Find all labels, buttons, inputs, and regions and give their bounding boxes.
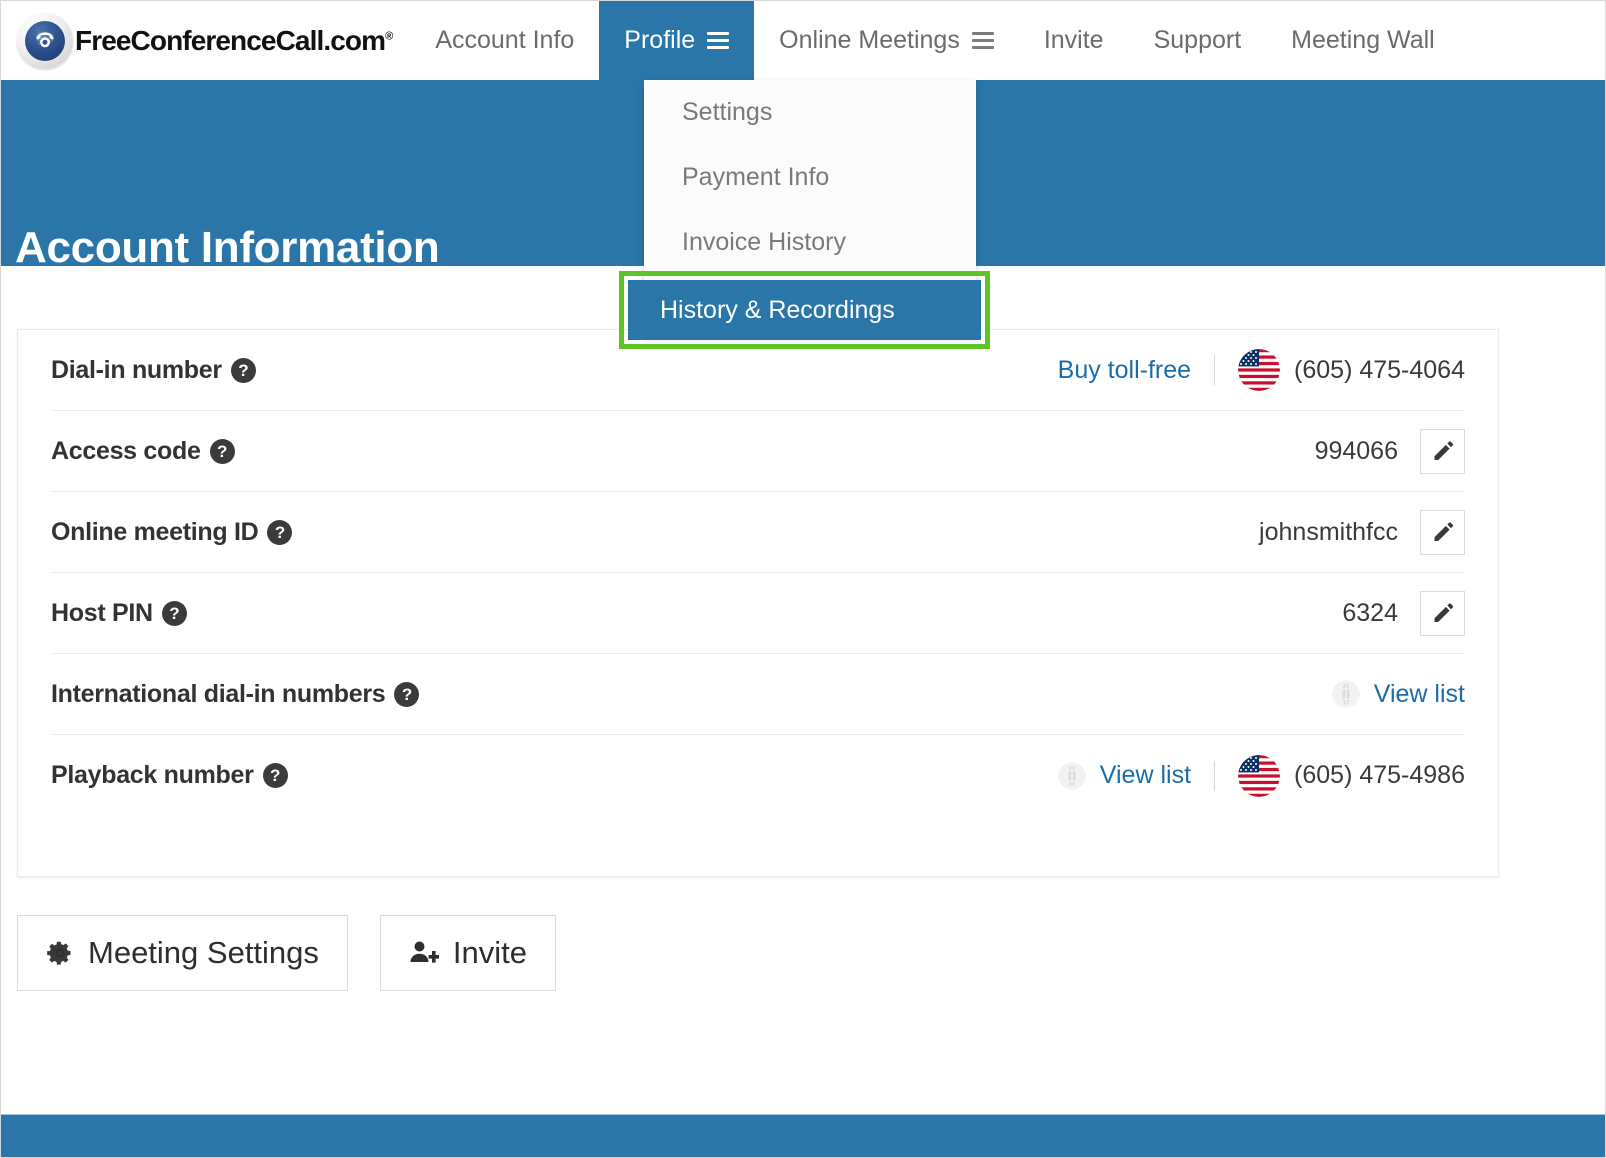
table-row: Access code ? 994066: [51, 411, 1465, 492]
nav-item-support[interactable]: Support: [1129, 1, 1267, 80]
question-mark-icon[interactable]: ?: [394, 681, 420, 707]
nav-item-label: Invite: [1043, 26, 1104, 54]
account-information-card: Dial-in number ? Buy toll-free (605) 475…: [17, 329, 1499, 877]
question-mark-icon[interactable]: ?: [161, 600, 187, 626]
nav-item-label: Online Meetings: [779, 26, 960, 54]
nav-item-profile[interactable]: Profile: [599, 1, 755, 80]
dropdown-item-label: Invoice History: [682, 228, 846, 256]
nav-item-label: Profile: [624, 26, 696, 54]
hamburger-menu-icon: [707, 28, 730, 53]
action-buttons: Meeting Settings Invite: [17, 915, 557, 991]
question-mark-icon[interactable]: ?: [209, 438, 235, 464]
edit-host-pin-button[interactable]: [1420, 590, 1465, 636]
nav-item-invite[interactable]: Invite: [1019, 1, 1129, 80]
nav-item-online-meetings[interactable]: Online Meetings: [754, 1, 1019, 80]
row-label-host-pin: Host PIN ?: [51, 599, 187, 628]
footer-bar: [1, 1114, 1605, 1157]
row-label-international-dial-in-numbers: International dial-in numbers ?: [51, 679, 420, 709]
row-value-online-meeting-id: johnsmithfcc: [1259, 509, 1465, 555]
brand-logo[interactable]: FreeConferenceCall.com®: [1, 1, 410, 80]
row-value-access-code: 994066: [1314, 428, 1465, 474]
access-code-value: 994066: [1314, 436, 1398, 465]
add-user-icon: [410, 941, 439, 963]
nav-item-meeting-wall[interactable]: Meeting Wall: [1266, 1, 1460, 80]
page-root: FreeConferenceCall.com® Account Info Pro…: [0, 0, 1606, 1158]
row-value-dial-in-number: Buy toll-free (605) 475-4064: [1058, 349, 1465, 391]
page-title: Account Information: [15, 223, 440, 272]
dropdown-item-label: Payment Info: [682, 163, 830, 191]
row-label-text: International dial-in numbers: [51, 679, 386, 708]
table-row: Dial-in number ? Buy toll-free (605) 475…: [51, 330, 1465, 411]
row-label-online-meeting-id: Online meeting ID ?: [51, 517, 293, 547]
globe-icon: [1057, 761, 1087, 791]
brand-name: FreeConferenceCall.com®: [75, 24, 393, 56]
pencil-icon: [1434, 603, 1453, 622]
online-meeting-id-value: johnsmithfcc: [1259, 517, 1398, 546]
row-value-international-dial-in-numbers: View list: [1331, 679, 1465, 709]
nav-item-label: Meeting Wall: [1291, 26, 1435, 54]
invite-button[interactable]: Invite: [379, 915, 557, 991]
us-flag-icon: [1238, 754, 1281, 797]
pencil-icon: [1434, 522, 1453, 541]
dropdown-item-payment-info[interactable]: Payment Info: [644, 145, 976, 210]
international-view-list-link[interactable]: View list: [1374, 680, 1465, 709]
nav-item-label: Account Info: [435, 26, 575, 54]
us-flag-icon: [1238, 349, 1281, 391]
row-label-dial-in-number: Dial-in number ?: [51, 356, 256, 385]
dropdown-item-label: Settings: [682, 98, 773, 126]
nav-item-account-info[interactable]: Account Info: [410, 1, 599, 80]
table-row: Host PIN ? 6324: [51, 573, 1465, 654]
nav-item-label: Support: [1153, 26, 1242, 54]
table-row: Playback number ? View list (605) 475-49…: [51, 735, 1465, 816]
row-label-text: Playback number: [51, 761, 254, 789]
pencil-icon: [1434, 441, 1453, 460]
telephone-icon: [17, 12, 73, 69]
row-label-playback-number: Playback number ?: [51, 761, 288, 790]
buy-toll-free-link[interactable]: Buy toll-free: [1058, 356, 1191, 385]
invite-label: Invite: [452, 935, 528, 970]
question-mark-icon[interactable]: ?: [230, 357, 256, 383]
dial-in-number-value: (605) 475-4064: [1294, 355, 1465, 384]
row-label-text: Access code: [51, 436, 201, 465]
row-label-access-code: Access code ?: [51, 437, 235, 466]
meeting-settings-button[interactable]: Meeting Settings: [17, 915, 348, 991]
divider: [1214, 760, 1216, 791]
row-label-text: Host PIN: [51, 598, 153, 627]
question-mark-icon[interactable]: ?: [267, 519, 293, 545]
row-value-playback-number: View list (605) 475-4986: [1057, 754, 1465, 797]
meeting-settings-label: Meeting Settings: [88, 935, 319, 970]
table-row: International dial-in numbers ? View lis…: [51, 654, 1465, 735]
gear-icon: [47, 941, 71, 965]
edit-online-meeting-id-button[interactable]: [1420, 509, 1465, 555]
dropdown-item-label: History & Recordings: [660, 295, 895, 324]
host-pin-value: 6324: [1342, 598, 1398, 627]
hamburger-menu-icon: [971, 28, 994, 53]
edit-access-code-button[interactable]: [1420, 428, 1465, 474]
playback-number-value: (605) 475-4986: [1294, 761, 1465, 789]
row-value-host-pin: 6324: [1342, 590, 1465, 636]
row-label-text: Dial-in number: [51, 355, 222, 384]
row-label-text: Online meeting ID: [51, 517, 259, 546]
account-rows: Dial-in number ? Buy toll-free (605) 475…: [18, 330, 1498, 816]
table-row: Online meeting ID ? johnsmithfcc: [51, 492, 1465, 573]
top-navigation-bar: FreeConferenceCall.com® Account Info Pro…: [1, 1, 1605, 80]
dropdown-item-invoice-history[interactable]: Invoice History: [644, 210, 976, 275]
playback-view-list-link[interactable]: View list: [1100, 761, 1191, 790]
globe-icon: [1331, 679, 1361, 709]
divider: [1214, 355, 1216, 385]
question-mark-icon[interactable]: ?: [262, 763, 288, 788]
nav-items: Account Info Profile Online Meetings Inv…: [410, 1, 1459, 80]
dropdown-item-history-and-recordings[interactable]: History & Recordings: [628, 280, 981, 340]
dropdown-item-settings[interactable]: Settings: [644, 80, 976, 145]
